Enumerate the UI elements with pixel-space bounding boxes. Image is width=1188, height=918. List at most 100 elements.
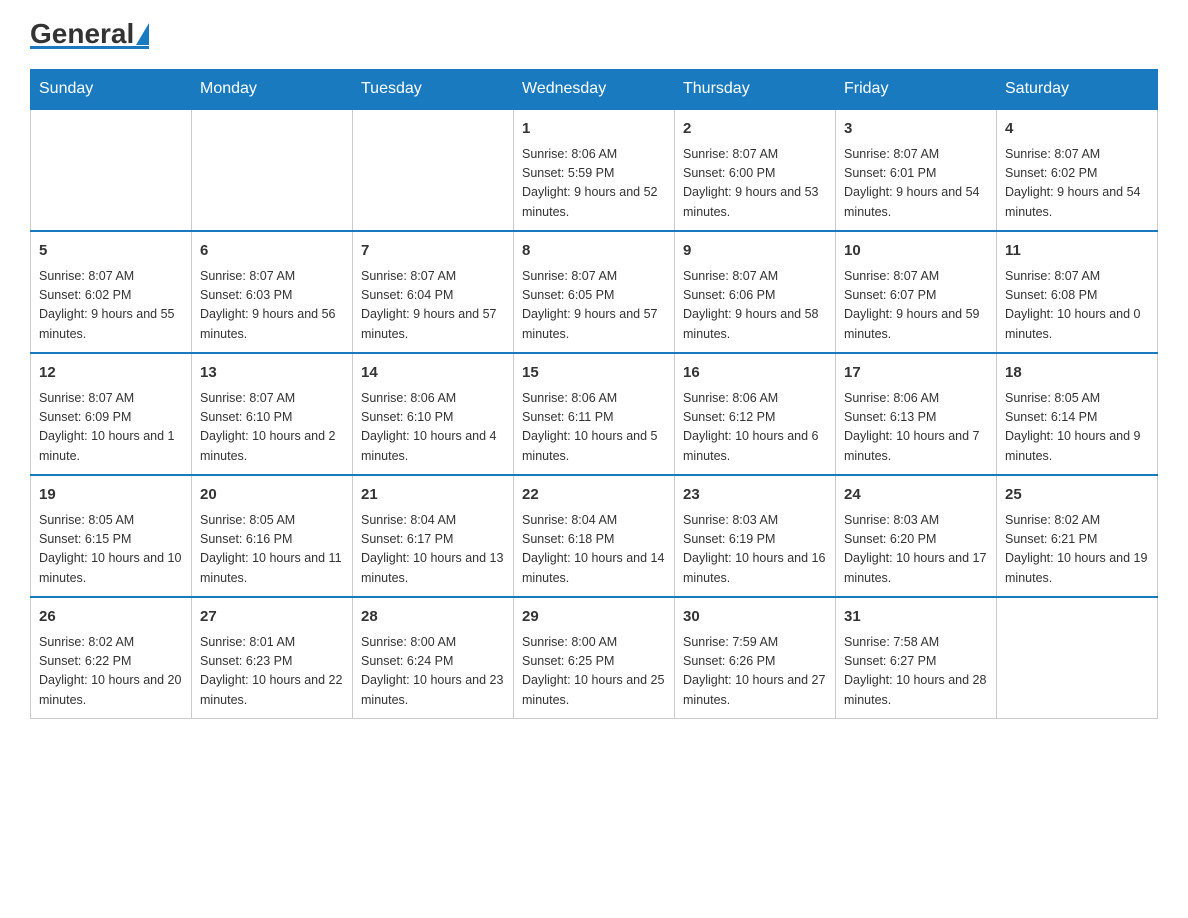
day-info: Sunrise: 8:00 AMSunset: 6:24 PMDaylight:…	[361, 633, 505, 711]
day-info: Sunrise: 8:07 AMSunset: 6:01 PMDaylight:…	[844, 145, 988, 223]
calendar-table: SundayMondayTuesdayWednesdayThursdayFrid…	[30, 69, 1158, 719]
column-header-monday: Monday	[192, 70, 353, 110]
calendar-cell: 8Sunrise: 8:07 AMSunset: 6:05 PMDaylight…	[514, 231, 675, 353]
calendar-cell: 17 Sunrise: 8:06 AMSunset: 6:13 PMDayligh…	[836, 353, 997, 475]
day-number: 18	[1005, 362, 1149, 385]
day-info: Sunrise: 8:04 AMSunset: 6:17 PMDaylight:…	[361, 511, 505, 589]
day-info: Sunrise: 8:05 AMSunset: 6:15 PMDaylight:…	[39, 511, 183, 589]
day-number: 24	[844, 484, 988, 507]
day-info: Sunrise: 8:07 AMSunset: 6:04 PMDaylight:…	[361, 267, 505, 345]
calendar-cell: 31 Sunrise: 7:58 AMSunset: 6:27 PMDayligh…	[836, 597, 997, 719]
day-number: 9	[683, 240, 827, 263]
day-number: 30	[683, 606, 827, 629]
logo: General	[30, 20, 149, 49]
day-number: 22	[522, 484, 666, 507]
calendar-cell: 30 Sunrise: 7:59 AMSunset: 6:26 PMDayligh…	[675, 597, 836, 719]
calendar-cell: 6Sunrise: 8:07 AMSunset: 6:03 PMDaylight…	[192, 231, 353, 353]
logo-general-2: General	[30, 20, 134, 48]
day-info: Sunrise: 8:02 AMSunset: 6:21 PMDaylight:…	[1005, 511, 1149, 589]
calendar-week-2: 5Sunrise: 8:07 AMSunset: 6:02 PMDaylight…	[31, 231, 1158, 353]
day-number: 20	[200, 484, 344, 507]
day-info: Sunrise: 8:07 AMSunset: 6:05 PMDaylight:…	[522, 267, 666, 345]
column-header-friday: Friday	[836, 70, 997, 110]
day-number: 17	[844, 362, 988, 385]
day-number: 23	[683, 484, 827, 507]
logo-arrow-icon	[136, 23, 149, 45]
day-number: 11	[1005, 240, 1149, 263]
day-info: Sunrise: 8:05 AMSunset: 6:16 PMDaylight:…	[200, 511, 344, 589]
day-number: 3	[844, 118, 988, 141]
calendar-week-5: 26 Sunrise: 8:02 AMSunset: 6:22 PMDayligh…	[31, 597, 1158, 719]
day-number: 1	[522, 118, 666, 141]
calendar-cell: 20 Sunrise: 8:05 AMSunset: 6:16 PMDayligh…	[192, 475, 353, 597]
calendar-cell: 9 Sunrise: 8:07 AMSunset: 6:06 PMDaylight…	[675, 231, 836, 353]
day-number: 28	[361, 606, 505, 629]
day-info: Sunrise: 8:07 AMSunset: 6:03 PMDaylight:…	[200, 267, 344, 345]
day-number: 26	[39, 606, 183, 629]
calendar-cell: 23 Sunrise: 8:03 AMSunset: 6:19 PMDayligh…	[675, 475, 836, 597]
calendar-cell: 27 Sunrise: 8:01 AMSunset: 6:23 PMDayligh…	[192, 597, 353, 719]
day-info: Sunrise: 8:06 AMSunset: 6:11 PMDaylight:…	[522, 389, 666, 467]
calendar-cell: 24 Sunrise: 8:03 AMSunset: 6:20 PMDayligh…	[836, 475, 997, 597]
day-info: Sunrise: 8:05 AMSunset: 6:14 PMDaylight:…	[1005, 389, 1149, 467]
column-header-tuesday: Tuesday	[353, 70, 514, 110]
column-header-thursday: Thursday	[675, 70, 836, 110]
calendar-week-1: 1 Sunrise: 8:06 AMSunset: 5:59 PMDaylight…	[31, 109, 1158, 231]
day-number: 13	[200, 362, 344, 385]
day-number: 19	[39, 484, 183, 507]
day-info: Sunrise: 8:07 AMSunset: 6:10 PMDaylight:…	[200, 389, 344, 467]
day-number: 4	[1005, 118, 1149, 141]
day-number: 27	[200, 606, 344, 629]
calendar-cell: 16Sunrise: 8:06 AMSunset: 6:12 PMDayligh…	[675, 353, 836, 475]
day-info: Sunrise: 8:07 AMSunset: 6:06 PMDaylight:…	[683, 267, 827, 345]
day-number: 12	[39, 362, 183, 385]
calendar-cell: 2Sunrise: 8:07 AMSunset: 6:00 PMDaylight…	[675, 109, 836, 231]
day-info: Sunrise: 8:07 AMSunset: 6:02 PMDaylight:…	[1005, 145, 1149, 223]
day-number: 7	[361, 240, 505, 263]
day-number: 29	[522, 606, 666, 629]
day-number: 25	[1005, 484, 1149, 507]
calendar-header-row: SundayMondayTuesdayWednesdayThursdayFrid…	[31, 70, 1158, 110]
day-number: 21	[361, 484, 505, 507]
calendar-cell: 18 Sunrise: 8:05 AMSunset: 6:14 PMDayligh…	[997, 353, 1158, 475]
day-info: Sunrise: 8:03 AMSunset: 6:19 PMDaylight:…	[683, 511, 827, 589]
column-header-wednesday: Wednesday	[514, 70, 675, 110]
day-number: 15	[522, 362, 666, 385]
day-info: Sunrise: 8:07 AMSunset: 6:02 PMDaylight:…	[39, 267, 183, 345]
calendar-cell: 25 Sunrise: 8:02 AMSunset: 6:21 PMDayligh…	[997, 475, 1158, 597]
day-info: Sunrise: 7:59 AMSunset: 6:26 PMDaylight:…	[683, 633, 827, 711]
calendar-cell	[31, 109, 192, 231]
calendar-cell: 26 Sunrise: 8:02 AMSunset: 6:22 PMDayligh…	[31, 597, 192, 719]
calendar-cell: 21 Sunrise: 8:04 AMSunset: 6:17 PMDayligh…	[353, 475, 514, 597]
calendar-week-3: 12Sunrise: 8:07 AMSunset: 6:09 PMDayligh…	[31, 353, 1158, 475]
calendar-cell: 13 Sunrise: 8:07 AMSunset: 6:10 PMDayligh…	[192, 353, 353, 475]
calendar-cell: 14Sunrise: 8:06 AMSunset: 6:10 PMDayligh…	[353, 353, 514, 475]
calendar-cell: 1 Sunrise: 8:06 AMSunset: 5:59 PMDaylight…	[514, 109, 675, 231]
calendar-cell: 22 Sunrise: 8:04 AMSunset: 6:18 PMDayligh…	[514, 475, 675, 597]
day-info: Sunrise: 8:07 AMSunset: 6:07 PMDaylight:…	[844, 267, 988, 345]
calendar-cell: 28 Sunrise: 8:00 AMSunset: 6:24 PMDayligh…	[353, 597, 514, 719]
day-info: Sunrise: 8:00 AMSunset: 6:25 PMDaylight:…	[522, 633, 666, 711]
calendar-cell: 19 Sunrise: 8:05 AMSunset: 6:15 PMDayligh…	[31, 475, 192, 597]
calendar-cell: 15 Sunrise: 8:06 AMSunset: 6:11 PMDayligh…	[514, 353, 675, 475]
day-number: 10	[844, 240, 988, 263]
calendar-cell: 12Sunrise: 8:07 AMSunset: 6:09 PMDayligh…	[31, 353, 192, 475]
column-header-saturday: Saturday	[997, 70, 1158, 110]
page-header: General	[30, 20, 1158, 49]
day-info: Sunrise: 8:06 AMSunset: 6:13 PMDaylight:…	[844, 389, 988, 467]
calendar-cell: 3 Sunrise: 8:07 AMSunset: 6:01 PMDaylight…	[836, 109, 997, 231]
day-info: Sunrise: 8:06 AMSunset: 5:59 PMDaylight:…	[522, 145, 666, 223]
day-info: Sunrise: 8:02 AMSunset: 6:22 PMDaylight:…	[39, 633, 183, 711]
calendar-cell: 29 Sunrise: 8:00 AMSunset: 6:25 PMDayligh…	[514, 597, 675, 719]
calendar-cell: 7 Sunrise: 8:07 AMSunset: 6:04 PMDaylight…	[353, 231, 514, 353]
column-header-sunday: Sunday	[31, 70, 192, 110]
day-info: Sunrise: 7:58 AMSunset: 6:27 PMDaylight:…	[844, 633, 988, 711]
day-info: Sunrise: 8:04 AMSunset: 6:18 PMDaylight:…	[522, 511, 666, 589]
day-info: Sunrise: 8:01 AMSunset: 6:23 PMDaylight:…	[200, 633, 344, 711]
calendar-cell: 11Sunrise: 8:07 AMSunset: 6:08 PMDayligh…	[997, 231, 1158, 353]
day-number: 31	[844, 606, 988, 629]
day-number: 2	[683, 118, 827, 141]
day-info: Sunrise: 8:03 AMSunset: 6:20 PMDaylight:…	[844, 511, 988, 589]
calendar-cell: 5Sunrise: 8:07 AMSunset: 6:02 PMDaylight…	[31, 231, 192, 353]
calendar-cell	[997, 597, 1158, 719]
